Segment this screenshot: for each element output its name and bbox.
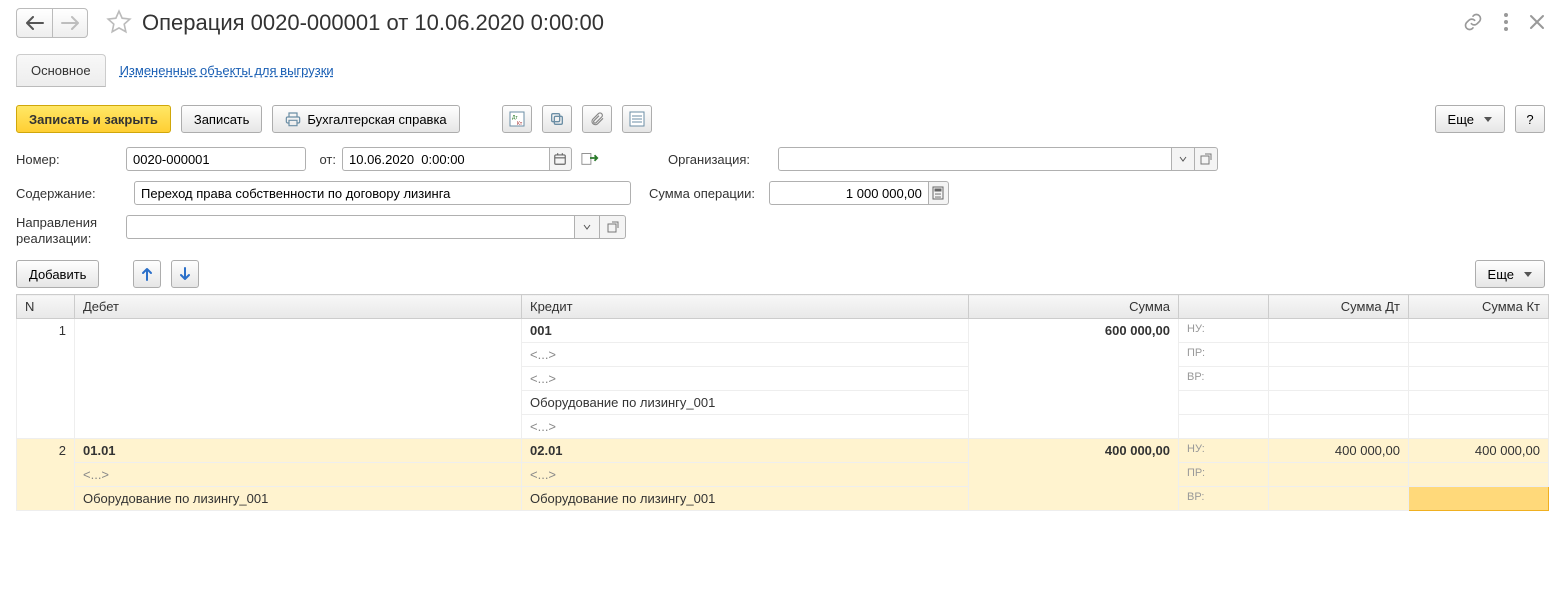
row2-sum-kt: 400 000,00	[1409, 439, 1549, 463]
move-up-button[interactable]	[133, 260, 161, 288]
org-dropdown-icon[interactable]	[1171, 147, 1194, 171]
mini-nu: НУ:	[1179, 439, 1269, 463]
row1-debit-account	[75, 319, 522, 439]
back-button[interactable]	[16, 8, 52, 38]
row1-sum-dt-nu	[1269, 319, 1409, 343]
row2-credit-line2: Оборудование по лизингу_001	[522, 487, 969, 511]
row2-credit-account: 02.01	[522, 439, 969, 463]
mini-pr: ПР:	[1179, 463, 1269, 487]
row-n: 1	[17, 319, 75, 439]
calculator-icon[interactable]	[928, 181, 949, 205]
row1-sum: 600 000,00	[969, 319, 1179, 439]
th-sum-dt[interactable]: Сумма Дт	[1269, 295, 1409, 319]
attach-button[interactable]	[582, 105, 612, 133]
directions-dropdown-icon[interactable]	[574, 215, 600, 239]
tab-main[interactable]: Основное	[16, 54, 106, 87]
org-input[interactable]	[778, 147, 1171, 171]
org-open-icon[interactable]	[1195, 147, 1218, 171]
copy-icon	[549, 111, 565, 127]
directions-label: Направления реализации:	[16, 215, 116, 246]
tabs: Основное Измененные объекты для выгрузки	[16, 54, 1545, 87]
favorite-star-icon[interactable]	[106, 9, 132, 38]
number-label: Номер:	[16, 152, 126, 167]
th-n[interactable]: N	[17, 295, 75, 319]
arrow-down-icon	[179, 267, 191, 281]
mini-vr: ВР:	[1179, 487, 1269, 511]
row2-credit-line1: <...>	[530, 465, 556, 484]
mini-nu: НУ:	[1179, 319, 1269, 343]
more-vert-icon[interactable]	[1503, 12, 1509, 35]
help-button[interactable]: ?	[1515, 105, 1545, 133]
tab-changed-objects[interactable]: Измененные объекты для выгрузки	[120, 55, 334, 86]
forward-button[interactable]	[52, 8, 88, 38]
date-input[interactable]	[342, 147, 549, 171]
table-more-button[interactable]: Еще	[1475, 260, 1545, 288]
table-row[interactable]: 2 01.01 02.01 400 000,00 НУ: 400 000,00 …	[17, 439, 1549, 463]
copy-button[interactable]	[542, 105, 572, 133]
dtkt-icon: ДтКт	[509, 111, 525, 127]
list-button[interactable]	[622, 105, 652, 133]
row2-sum: 400 000,00	[969, 439, 1179, 511]
sum-input[interactable]	[769, 181, 928, 205]
link-icon[interactable]	[1463, 12, 1483, 35]
th-credit[interactable]: Кредит	[522, 295, 969, 319]
list-icon	[629, 111, 645, 127]
row2-debit-account: 01.01	[75, 439, 522, 463]
entries-table: N Дебет Кредит Сумма Сумма Дт Сумма Кт 1…	[16, 294, 1549, 511]
content-input[interactable]	[134, 181, 631, 205]
org-label: Организация:	[668, 152, 778, 167]
row2-sum-dt: 400 000,00	[1269, 439, 1409, 463]
add-button[interactable]: Добавить	[16, 260, 99, 288]
th-mini[interactable]	[1179, 295, 1269, 319]
row1-credit-line2: <...>	[530, 369, 556, 388]
close-icon[interactable]	[1529, 14, 1545, 33]
page-title: Операция 0020-000001 от 10.06.2020 0:00:…	[142, 10, 604, 36]
row-n: 2	[17, 439, 75, 511]
number-input[interactable]	[126, 147, 306, 171]
save-and-close-button[interactable]: Записать и закрыть	[16, 105, 171, 133]
content-label: Содержание:	[16, 186, 116, 201]
directions-open-icon[interactable]	[600, 215, 626, 239]
row1-credit-line3: Оборудование по лизингу_001	[522, 391, 969, 415]
table-row[interactable]: 1 001 600 000,00 НУ:	[17, 319, 1549, 343]
directions-input[interactable]	[126, 215, 574, 239]
date-label: от:	[306, 152, 342, 167]
svg-text:Кт: Кт	[517, 121, 523, 127]
mini-vr: ВР:	[1179, 367, 1269, 391]
row1-credit-account: 001	[522, 319, 969, 343]
th-debit[interactable]: Дебет	[75, 295, 522, 319]
move-down-button[interactable]	[171, 260, 199, 288]
calendar-icon[interactable]	[549, 147, 572, 171]
row2-debit-line1: <...>	[83, 465, 109, 484]
arrow-up-icon	[141, 267, 153, 281]
selected-cell[interactable]	[1409, 487, 1549, 511]
title-bar: Операция 0020-000001 от 10.06.2020 0:00:…	[16, 8, 1545, 38]
accounting-note-button[interactable]: Бухгалтерская справка	[272, 105, 459, 133]
row1-credit-line1: <...>	[530, 345, 556, 364]
row1-sum-kt-nu	[1409, 319, 1549, 343]
save-button[interactable]: Записать	[181, 105, 263, 133]
paperclip-icon	[589, 111, 605, 127]
row2-debit-line2: Оборудование по лизингу_001	[75, 487, 522, 511]
table-row[interactable]: Оборудование по лизингу_001 Оборудование…	[17, 487, 1549, 511]
accounting-note-label: Бухгалтерская справка	[307, 112, 446, 127]
th-sum-kt[interactable]: Сумма Кт	[1409, 295, 1549, 319]
mini-pr: ПР:	[1179, 343, 1269, 367]
printer-icon	[285, 111, 301, 127]
dt-kt-button[interactable]: ДтКт	[502, 105, 532, 133]
row1-credit-line4: <...>	[530, 417, 556, 436]
table-row[interactable]: <...> <...> ПР:	[17, 463, 1549, 487]
table-header-row: N Дебет Кредит Сумма Сумма Дт Сумма Кт	[17, 295, 1549, 319]
th-sum[interactable]: Сумма	[969, 295, 1179, 319]
toolbar: Записать и закрыть Записать Бухгалтерска…	[16, 105, 1545, 133]
sum-label: Сумма операции:	[649, 186, 755, 201]
posted-icon[interactable]	[581, 150, 599, 169]
more-button[interactable]: Еще	[1435, 105, 1505, 133]
